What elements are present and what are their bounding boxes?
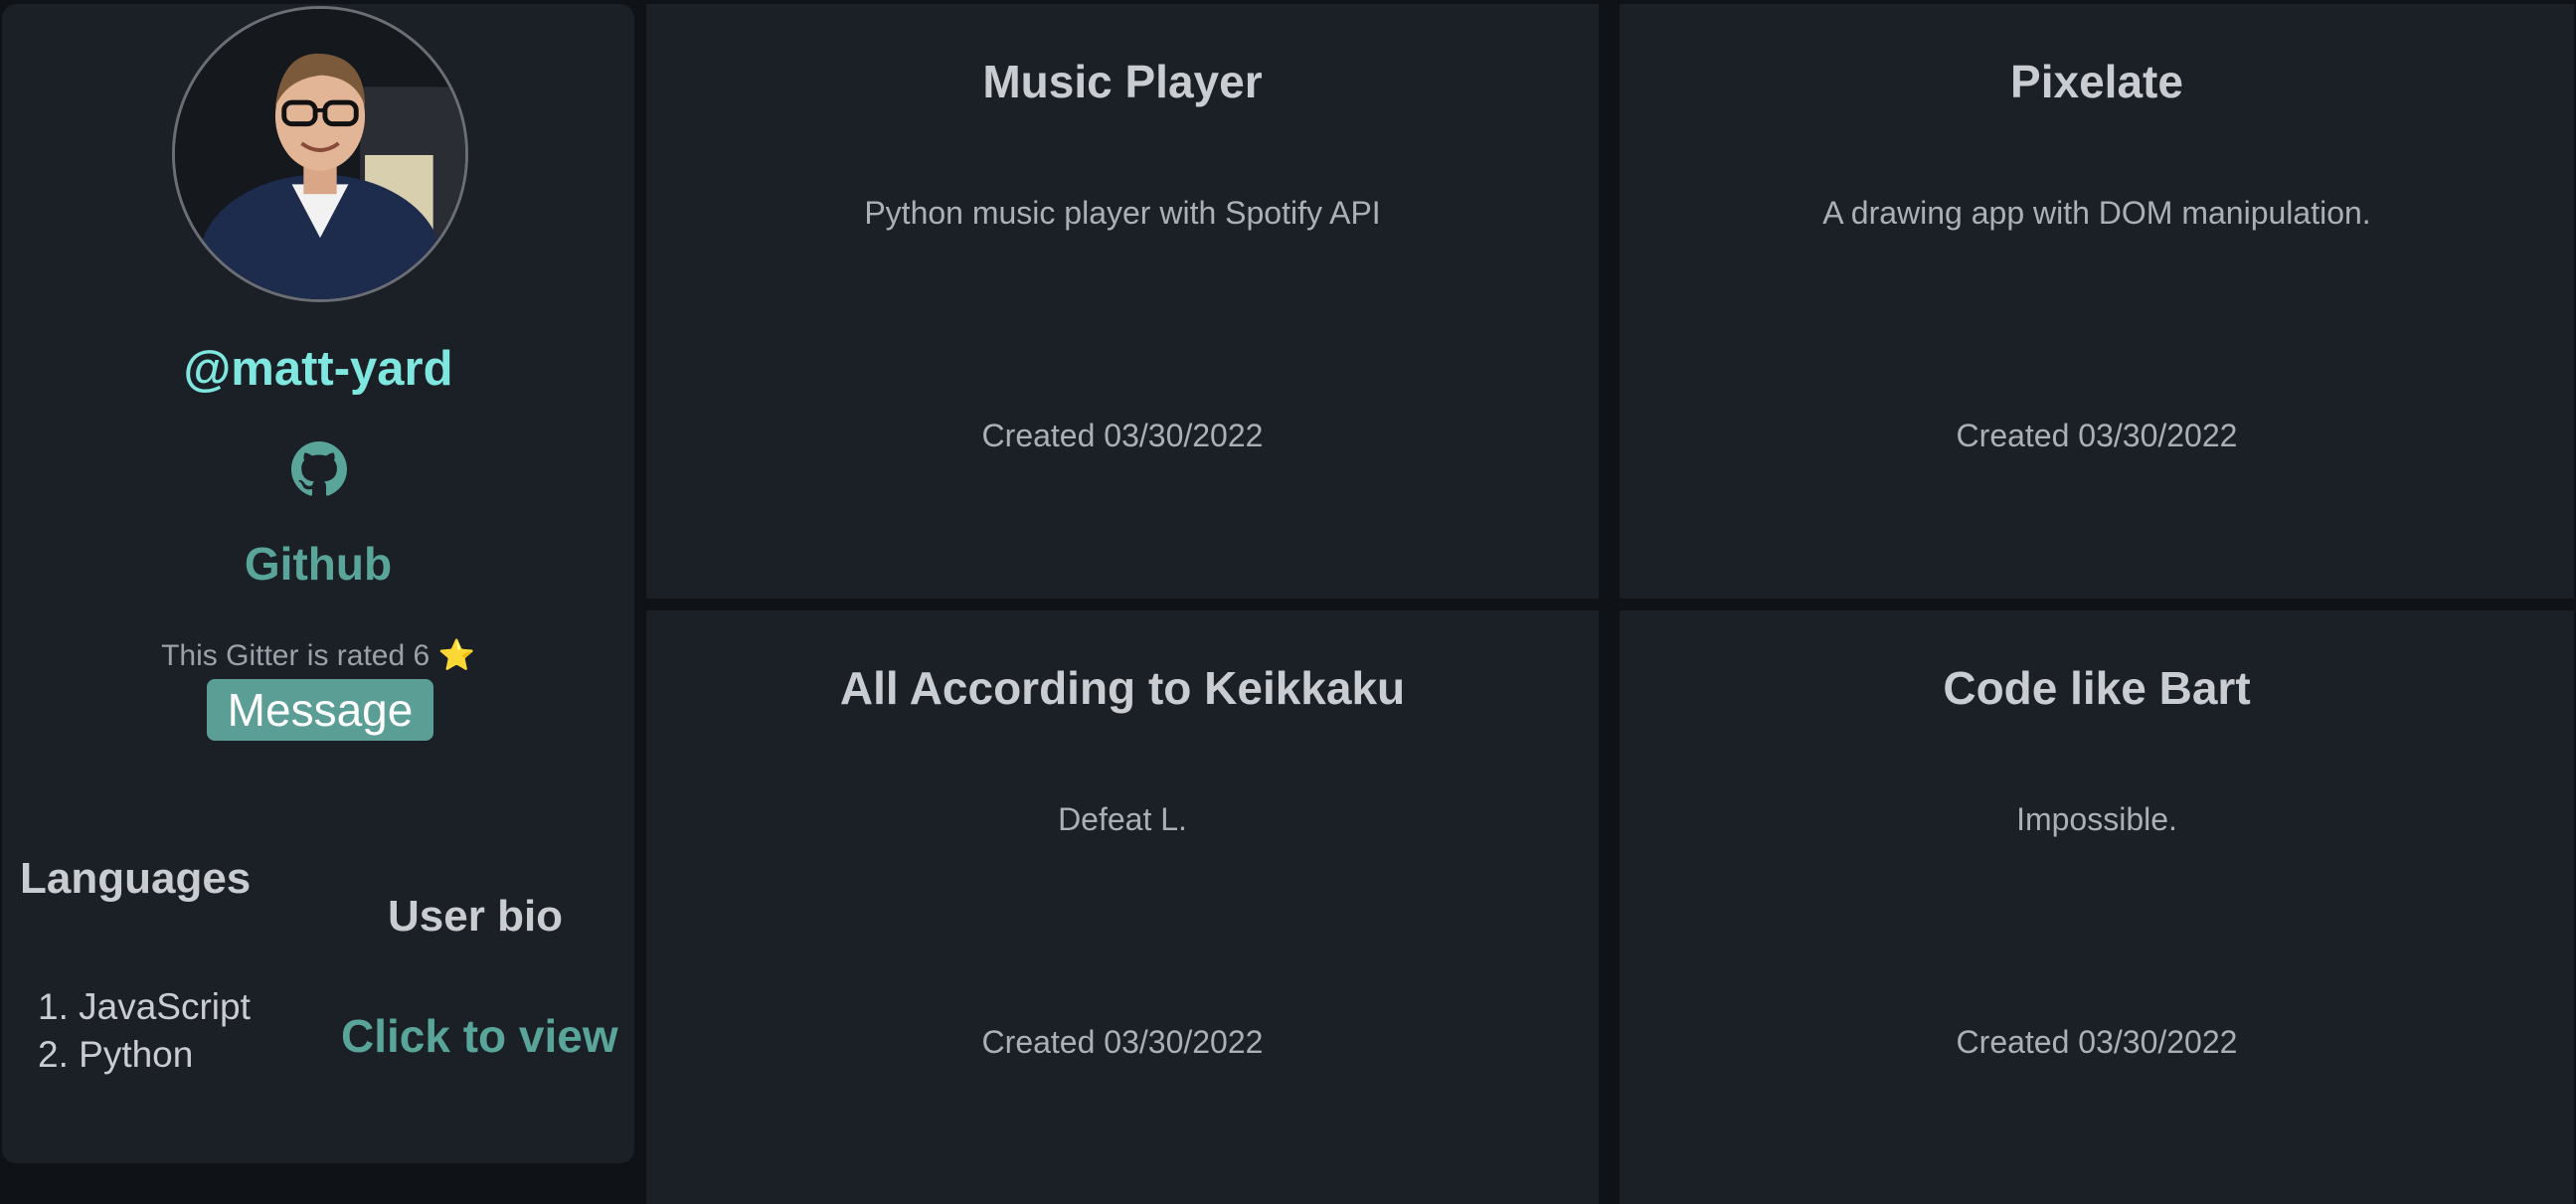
github-link[interactable]: Github — [2, 534, 634, 594]
project-created-date: Created 03/30/2022 — [1956, 418, 2238, 453]
view-bio-link[interactable]: Click to view — [341, 1006, 618, 1066]
project-title: Music Player — [982, 56, 1263, 107]
project-description: Impossible. — [2016, 801, 2177, 837]
user-bio-heading: User bio — [388, 892, 564, 941]
message-button[interactable]: Message — [207, 679, 433, 741]
profile-sidebar: @matt-yard Github This Gitter is rated 6… — [2, 4, 634, 1163]
project-title: Pixelate — [2010, 56, 2183, 107]
project-created-date: Created 03/30/2022 — [981, 1024, 1264, 1060]
project-title: All According to Keikkaku — [839, 662, 1406, 714]
project-description: A drawing app with DOM manipulation. — [1822, 195, 2371, 231]
project-created-date: Created 03/30/2022 — [981, 418, 1264, 453]
rating-text: This Gitter is rated 6 ⭐ — [2, 636, 634, 676]
project-description: Defeat L. — [1058, 801, 1187, 837]
github-icon[interactable] — [291, 441, 347, 497]
project-created-date: Created 03/30/2022 — [1956, 1024, 2238, 1060]
project-card[interactable]: All According to Keikkaku Defeat L. Crea… — [646, 610, 1599, 1204]
project-card[interactable]: Code like Bart Impossible. Created 03/30… — [1620, 610, 2574, 1204]
language-item: 2. Python — [38, 1034, 194, 1075]
languages-list: 1. JavaScript 2. Python — [38, 983, 251, 1079]
avatar — [172, 6, 468, 302]
project-title: Code like Bart — [1943, 662, 2251, 714]
project-card[interactable]: Pixelate A drawing app with DOM manipula… — [1620, 4, 2574, 599]
username-handle: @matt-yard — [183, 342, 453, 396]
avatar-image — [175, 9, 465, 299]
project-card[interactable]: Music Player Python music player with Sp… — [646, 4, 1599, 599]
languages-heading: Languages — [20, 854, 252, 903]
language-item: 1. JavaScript — [38, 986, 251, 1027]
project-description: Python music player with Spotify API — [864, 195, 1381, 231]
star-icon: ⭐ — [437, 639, 475, 672]
rating-label: This Gitter is rated 6 — [161, 639, 430, 672]
